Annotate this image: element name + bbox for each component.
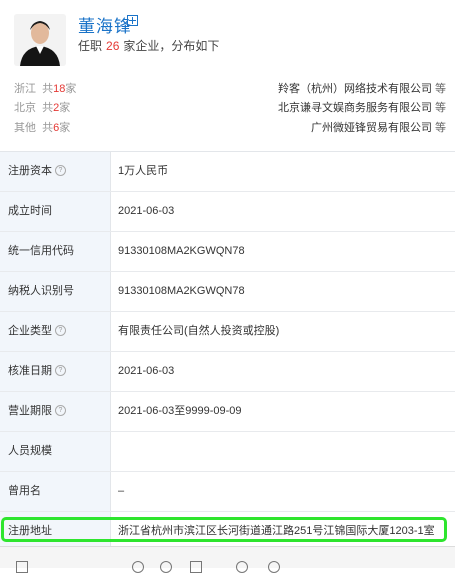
detail-label-text: 人员规模 bbox=[8, 445, 52, 457]
region-company-other[interactable]: 广州微娅锋贸易有限公司等 bbox=[311, 119, 446, 135]
detail-row-former-name: 曾用名 – bbox=[0, 472, 455, 512]
detail-label: 企业类型? bbox=[0, 312, 111, 351]
company-link[interactable]: 羚客（杭州）网络技术有限公司 bbox=[278, 83, 432, 95]
company-count: 26 bbox=[106, 39, 120, 53]
region-prefix: 共 bbox=[42, 102, 54, 114]
tenure-summary: 任职 26 家企业，分布如下 bbox=[78, 37, 219, 54]
company-etc: 等 bbox=[435, 122, 446, 134]
question-circle-icon[interactable]: ? bbox=[55, 164, 66, 176]
bottom-toolbar bbox=[0, 546, 455, 573]
detail-label: 核准日期? bbox=[0, 352, 111, 391]
detail-label: 纳税人识别号 bbox=[0, 272, 111, 311]
detail-label-text: 曾用名 bbox=[8, 485, 41, 497]
detail-row-registered-capital: 注册资本? 1万人民币 bbox=[0, 152, 455, 192]
detail-label-text: 企业类型 bbox=[8, 325, 52, 337]
detail-value: 2021-06-03 bbox=[118, 365, 175, 377]
region-count: 18 bbox=[53, 83, 66, 95]
detail-row-company-type: 企业类型? 有限责任公司(自然人投资或控股) bbox=[0, 312, 455, 352]
company-details-table: 注册资本? 1万人民币 成立时间 2021-06-03 统一信用代码 91330… bbox=[0, 151, 455, 552]
company-etc: 等 bbox=[435, 83, 446, 95]
circle-icon[interactable] bbox=[132, 561, 144, 573]
detail-value: 有限责任公司(自然人投资或控股) bbox=[118, 325, 280, 337]
company-link[interactable]: 北京谦寻文娱商务服务有限公司 bbox=[278, 102, 432, 114]
tenure-suffix: 家企业，分布如下 bbox=[123, 39, 220, 53]
square-icon[interactable] bbox=[16, 561, 28, 573]
plus-square-icon[interactable] bbox=[127, 15, 138, 26]
region-company-beijing[interactable]: 北京谦寻文娱商务服务有限公司等 bbox=[278, 99, 446, 115]
question-circle-icon[interactable]: ? bbox=[55, 324, 66, 336]
square-icon[interactable] bbox=[190, 561, 202, 573]
person-name[interactable]: 董海锋 bbox=[78, 12, 132, 37]
region-other: 其他 共6家 bbox=[14, 119, 70, 135]
region-prefix: 共 bbox=[42, 83, 54, 95]
detail-label: 曾用名 bbox=[0, 472, 111, 511]
company-etc: 等 bbox=[435, 102, 446, 114]
detail-value: 91330108MA2KGWQN78 bbox=[118, 245, 245, 257]
circle-icon[interactable] bbox=[236, 561, 248, 573]
detail-label-text: 纳税人识别号 bbox=[8, 285, 74, 297]
detail-label: 营业期限? bbox=[0, 392, 111, 431]
region-name: 北京 bbox=[14, 102, 36, 114]
detail-value: 1万人民币 bbox=[118, 165, 169, 177]
detail-label-text: 成立时间 bbox=[8, 205, 52, 217]
detail-value: 2021-06-03 bbox=[118, 205, 175, 217]
region-prefix: 共 bbox=[42, 122, 54, 134]
detail-label-text: 统一信用代码 bbox=[8, 245, 74, 257]
tenure-prefix: 任职 bbox=[78, 39, 103, 53]
detail-row-staff-size: 人员规模 bbox=[0, 432, 455, 472]
address-highlight-box bbox=[1, 517, 447, 542]
region-zhejiang: 浙江 共18家 bbox=[14, 80, 76, 96]
region-unit: 家 bbox=[59, 122, 71, 134]
detail-label: 成立时间 bbox=[0, 192, 111, 231]
question-circle-icon[interactable]: ? bbox=[55, 404, 66, 416]
person-avatar-image bbox=[14, 14, 66, 66]
detail-label: 注册资本? bbox=[0, 152, 111, 191]
avatar[interactable] bbox=[14, 14, 66, 66]
detail-value: 2021-06-03至9999-09-09 bbox=[118, 405, 242, 417]
detail-label: 人员规模 bbox=[0, 432, 111, 471]
region-beijing: 北京 共2家 bbox=[14, 99, 70, 115]
region-company-zhejiang[interactable]: 羚客（杭州）网络技术有限公司等 bbox=[278, 80, 446, 96]
detail-value: 91330108MA2KGWQN78 bbox=[118, 285, 245, 297]
company-link[interactable]: 广州微娅锋贸易有限公司 bbox=[311, 122, 432, 134]
detail-row-taxpayer-id: 纳税人识别号 91330108MA2KGWQN78 bbox=[0, 272, 455, 312]
detail-row-business-term: 营业期限? 2021-06-03至9999-09-09 bbox=[0, 392, 455, 432]
region-unit: 家 bbox=[59, 102, 71, 114]
detail-label-text: 营业期限 bbox=[8, 405, 52, 417]
detail-row-credit-code: 统一信用代码 91330108MA2KGWQN78 bbox=[0, 232, 455, 272]
region-unit: 家 bbox=[65, 83, 77, 95]
detail-row-founded-date: 成立时间 2021-06-03 bbox=[0, 192, 455, 232]
region-name: 其他 bbox=[14, 122, 36, 134]
detail-label-text: 核准日期 bbox=[8, 365, 52, 377]
detail-label: 统一信用代码 bbox=[0, 232, 111, 271]
detail-label-text: 注册资本 bbox=[8, 165, 52, 177]
question-circle-icon[interactable]: ? bbox=[55, 364, 66, 376]
region-name: 浙江 bbox=[14, 83, 36, 95]
circle-icon[interactable] bbox=[160, 561, 172, 573]
person-profile-card: 董海锋 任职 26 家企业，分布如下 浙江 共18家 羚客（杭州）网络技术有限公司等… bbox=[0, 0, 455, 150]
circle-icon[interactable] bbox=[268, 561, 280, 573]
detail-value: – bbox=[118, 485, 125, 497]
detail-row-approval-date: 核准日期? 2021-06-03 bbox=[0, 352, 455, 392]
